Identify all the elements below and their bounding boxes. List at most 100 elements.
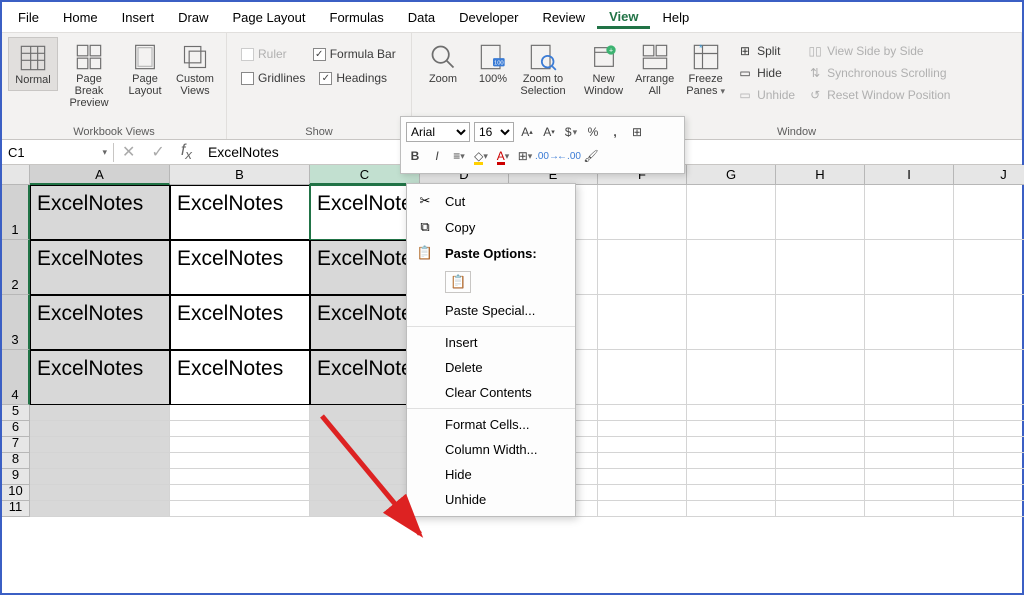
cell[interactable]	[776, 350, 865, 405]
cell[interactable]	[310, 469, 420, 485]
cell[interactable]: ExcelNotes	[170, 295, 310, 350]
menu-developer[interactable]: Developer	[447, 6, 530, 29]
cell[interactable]	[954, 453, 1024, 469]
cell[interactable]	[776, 437, 865, 453]
row-header[interactable]: 4	[2, 350, 30, 405]
cell[interactable]	[954, 350, 1024, 405]
font-color-icon[interactable]: A▾	[494, 147, 512, 165]
cell[interactable]	[776, 240, 865, 295]
cell[interactable]	[30, 453, 170, 469]
font-dropdown[interactable]: Arial	[406, 122, 470, 142]
cell[interactable]	[310, 405, 420, 421]
format-painter-icon[interactable]: 🖌	[582, 147, 600, 165]
cell[interactable]	[954, 185, 1024, 240]
cell[interactable]	[865, 405, 954, 421]
cell[interactable]	[954, 295, 1024, 350]
menu-draw[interactable]: Draw	[166, 6, 220, 29]
new-window-button[interactable]: +New Window	[578, 37, 629, 101]
ctx-copy[interactable]: ⧉Copy	[407, 214, 575, 240]
cell[interactable]	[687, 295, 776, 350]
align-icon[interactable]: ≡▾	[450, 147, 468, 165]
cell[interactable]	[865, 453, 954, 469]
cell[interactable]	[30, 485, 170, 501]
cell[interactable]	[865, 501, 954, 517]
cell[interactable]	[776, 185, 865, 240]
ctx-insert[interactable]: Insert	[407, 330, 575, 355]
menu-page-layout[interactable]: Page Layout	[221, 6, 318, 29]
menu-home[interactable]: Home	[51, 6, 110, 29]
cell[interactable]	[865, 421, 954, 437]
cell[interactable]	[865, 469, 954, 485]
hide-button[interactable]: ▭Hide	[733, 63, 799, 83]
normal-button[interactable]: Normal	[8, 37, 58, 91]
cell[interactable]	[687, 453, 776, 469]
comma-icon[interactable]: ,	[606, 123, 624, 141]
cell[interactable]	[954, 437, 1024, 453]
cell[interactable]	[598, 240, 687, 295]
menu-insert[interactable]: Insert	[110, 6, 167, 29]
cell[interactable]	[776, 501, 865, 517]
row-header[interactable]: 3	[2, 295, 30, 350]
cell[interactable]	[687, 501, 776, 517]
ctx-cut[interactable]: ✂Cut	[407, 188, 575, 214]
cell[interactable]	[598, 501, 687, 517]
col-header-B[interactable]: B	[170, 165, 310, 185]
cell[interactable]: ExcelNotes	[310, 350, 420, 405]
row-header[interactable]: 11	[2, 501, 30, 517]
cell[interactable]	[776, 469, 865, 485]
cell[interactable]	[954, 485, 1024, 501]
cell[interactable]	[30, 421, 170, 437]
col-header-J[interactable]: J	[954, 165, 1024, 185]
cell[interactable]	[687, 240, 776, 295]
menu-help[interactable]: Help	[650, 6, 701, 29]
row-header[interactable]: 1	[2, 185, 30, 240]
borders-icon[interactable]: ⊞▾	[516, 147, 534, 165]
cell[interactable]	[687, 405, 776, 421]
cell[interactable]	[776, 453, 865, 469]
ctx-unhide[interactable]: Unhide	[407, 487, 575, 512]
cell[interactable]	[954, 501, 1024, 517]
cell[interactable]: ExcelNotes	[170, 240, 310, 295]
fx-button[interactable]: fx	[173, 142, 200, 162]
menu-view[interactable]: View	[597, 5, 650, 29]
percent-icon[interactable]: %	[584, 123, 602, 141]
ctx-clear[interactable]: Clear Contents	[407, 380, 575, 405]
cell[interactable]: ExcelNotes	[310, 185, 420, 240]
cell[interactable]	[865, 437, 954, 453]
split-button[interactable]: ⊞Split	[733, 41, 799, 61]
cell[interactable]	[954, 421, 1024, 437]
cell[interactable]	[865, 185, 954, 240]
cell[interactable]	[310, 437, 420, 453]
cell[interactable]	[30, 405, 170, 421]
ctx-delete[interactable]: Delete	[407, 355, 575, 380]
cell[interactable]: ExcelNotes	[170, 185, 310, 240]
cell[interactable]	[776, 405, 865, 421]
cell[interactable]	[776, 485, 865, 501]
cell[interactable]	[30, 469, 170, 485]
custom-views-button[interactable]: Custom Views	[170, 37, 220, 101]
decrease-decimal-icon[interactable]: ←.00	[560, 147, 578, 165]
fill-color-icon[interactable]: ◇▾	[472, 147, 490, 165]
increase-font-icon[interactable]: A▴	[518, 123, 536, 141]
bold-icon[interactable]: B	[406, 147, 424, 165]
cell[interactable]	[170, 469, 310, 485]
formula-bar-checkbox[interactable]: ✓Formula Bar	[309, 45, 400, 63]
menu-file[interactable]: File	[6, 6, 51, 29]
cell[interactable]	[865, 295, 954, 350]
menu-formulas[interactable]: Formulas	[318, 6, 396, 29]
cell[interactable]	[598, 405, 687, 421]
cell[interactable]: ExcelNotes	[30, 295, 170, 350]
cell[interactable]	[687, 185, 776, 240]
cell[interactable]: ExcelNotes	[310, 240, 420, 295]
cell[interactable]	[598, 437, 687, 453]
cell[interactable]	[598, 453, 687, 469]
ctx-paste-special[interactable]: Paste Special...	[407, 298, 575, 323]
enter-icon[interactable]: ✓	[143, 142, 172, 162]
zoom-to-selection-button[interactable]: Zoom to Selection	[518, 37, 568, 101]
cell[interactable]	[598, 469, 687, 485]
cell[interactable]	[30, 501, 170, 517]
cancel-icon[interactable]: ✕	[114, 142, 143, 162]
cell[interactable]	[170, 405, 310, 421]
decrease-font-icon[interactable]: A▾	[540, 123, 558, 141]
cell[interactable]	[954, 469, 1024, 485]
